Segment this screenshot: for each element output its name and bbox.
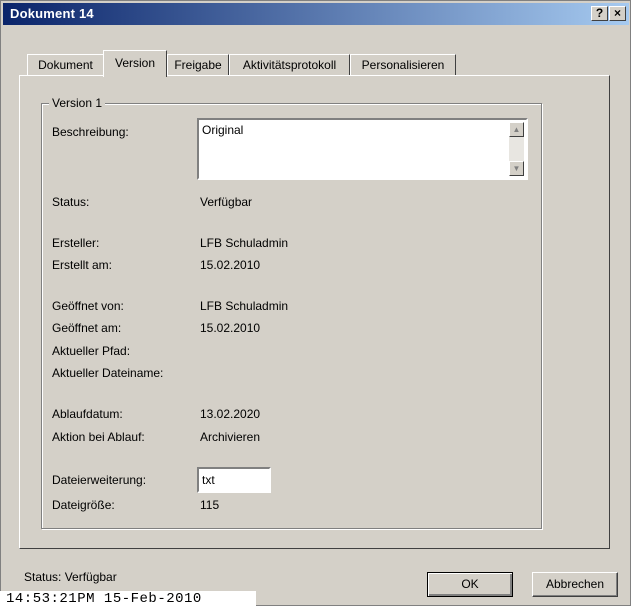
erstellt-am-value: 15.02.2010 [200, 258, 261, 272]
cancel-button[interactable]: Abbrechen [532, 572, 618, 597]
ersteller-label: Ersteller: [52, 236, 100, 250]
scrollbar-track[interactable] [509, 137, 524, 161]
tab-version[interactable]: Version [103, 50, 167, 77]
tab-personalisieren[interactable]: Personalisieren [350, 54, 456, 75]
geoeffnet-von-value: LFB Schuladmin [200, 299, 289, 313]
dateigroesse-value: 115 [200, 498, 220, 512]
help-button[interactable]: ? [591, 6, 608, 21]
dateierweiterung-input[interactable]: txt [197, 467, 271, 493]
ok-button[interactable]: OK [427, 572, 513, 597]
timestamp-overlay: 14:53:21PM 15-Feb-2010 [0, 591, 256, 608]
scroll-down-arrow-icon[interactable]: ▼ [509, 161, 524, 176]
document-dialog: Dokument 14 ? × Dokument Version Freigab… [0, 0, 631, 606]
title-bar[interactable]: Dokument 14 ? × [3, 3, 629, 25]
tab-aktivitaetsprotokoll[interactable]: Aktivitätsprotokoll [229, 54, 350, 75]
aktueller-dateiname-label: Aktueller Dateiname: [52, 366, 164, 380]
beschreibung-value: Original [202, 123, 244, 137]
close-button[interactable]: × [609, 6, 626, 21]
status-label: Status: [52, 195, 90, 209]
beschreibung-label: Beschreibung: [52, 125, 129, 139]
aktion-bei-ablauf-value: Archivieren [200, 430, 261, 444]
group-title: Version 1 [49, 96, 106, 110]
geoeffnet-am-value: 15.02.2010 [200, 321, 261, 335]
aktueller-pfad-label: Aktueller Pfad: [52, 344, 131, 358]
beschreibung-textarea[interactable]: Original ▲ ▼ [197, 118, 528, 180]
geoeffnet-von-label: Geöffnet von: [52, 299, 124, 313]
geoeffnet-am-label: Geöffnet am: [52, 321, 122, 335]
ablaufdatum-label: Ablaufdatum: [52, 407, 123, 421]
window-title: Dokument 14 [10, 6, 94, 21]
ablaufdatum-value: 13.02.2020 [200, 407, 261, 421]
dateierweiterung-label: Dateierweiterung: [52, 473, 147, 487]
dateierweiterung-value: txt [202, 473, 215, 487]
scroll-up-arrow-icon[interactable]: ▲ [509, 122, 524, 137]
ersteller-value: LFB Schuladmin [200, 236, 289, 250]
aktion-bei-ablauf-label: Aktion bei Ablauf: [52, 430, 145, 444]
erstellt-am-label: Erstellt am: [52, 258, 113, 272]
tab-dokument[interactable]: Dokument [27, 54, 104, 75]
dateigroesse-label: Dateigröße: [52, 498, 115, 512]
status-value: Verfügbar [200, 195, 253, 209]
status-bar-text: Status: Verfügbar [24, 570, 117, 584]
tab-freigabe[interactable]: Freigabe [167, 54, 229, 75]
